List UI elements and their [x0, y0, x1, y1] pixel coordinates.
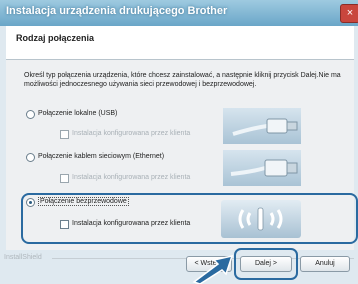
- usb-illustration: [223, 108, 301, 144]
- ethernet-custom-install-label: Instalacja konfigurowana przez klienta: [72, 174, 191, 181]
- page-header: Rodzaj połączenia: [6, 26, 354, 60]
- pointer-arrow-icon: [192, 254, 234, 284]
- next-button[interactable]: Dalej >: [240, 256, 292, 272]
- installer-window: Instalacja urządzenia drukującego Brothe…: [0, 0, 358, 284]
- wireless-custom-install-label[interactable]: Instalacja konfigurowana przez klienta: [72, 220, 190, 227]
- usb-custom-install-checkbox: [60, 130, 69, 139]
- usb-radio[interactable]: [26, 110, 35, 119]
- usb-cable-icon: [232, 118, 298, 136]
- installshield-brand: InstallShield: [4, 254, 42, 261]
- ethernet-illustration: [223, 150, 301, 186]
- wireless-custom-install-checkbox[interactable]: [60, 220, 69, 229]
- window-title: Instalacja urządzenia drukującego Brothe…: [6, 5, 228, 17]
- page-title: Rodzaj połączenia: [16, 33, 95, 43]
- instructions-text: Określ typ połączenia urządzenia, które …: [24, 72, 341, 88]
- wireless-label[interactable]: Połączenie bezprzewodowe: [38, 197, 129, 206]
- wireless-illustration: [221, 200, 301, 238]
- usb-custom-install-label: Instalacja konfigurowana przez klienta: [72, 130, 191, 137]
- ethernet-custom-install-checkbox: [60, 174, 69, 183]
- wireless-radio[interactable]: [26, 198, 35, 207]
- usb-label[interactable]: Połączenie lokalne (USB): [38, 110, 117, 117]
- title-bar: Instalacja urządzenia drukującego Brothe…: [0, 0, 358, 26]
- wireless-signal-icon: [238, 207, 283, 231]
- ethernet-radio[interactable]: [26, 153, 35, 162]
- ethernet-cable-icon: [230, 159, 298, 177]
- ethernet-label[interactable]: Połączenie kablem sieciowym (Ethernet): [38, 153, 164, 160]
- cancel-button[interactable]: Anuluj: [300, 256, 350, 272]
- close-button[interactable]: ×: [340, 4, 358, 23]
